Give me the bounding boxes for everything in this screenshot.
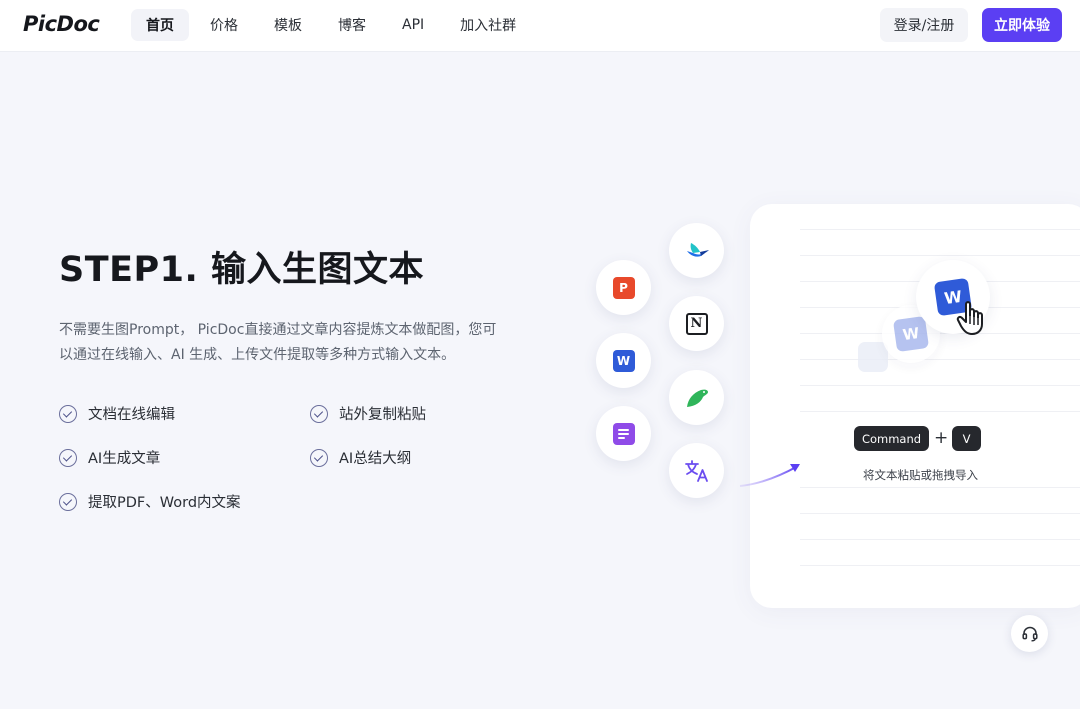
- panel-divider: [800, 255, 1080, 256]
- feature-label: AI生成文章: [88, 451, 161, 467]
- onenote-source-icon[interactable]: [596, 406, 651, 461]
- translate-icon: [684, 459, 708, 482]
- panel-divider: [800, 539, 1080, 540]
- notion-letter: N: [690, 316, 703, 331]
- nav-item-home[interactable]: 首页: [131, 9, 189, 41]
- notion-logo-icon: N: [685, 312, 708, 335]
- feishu-source-icon[interactable]: [669, 223, 724, 278]
- plus-sign: +: [934, 428, 949, 448]
- nav-item-pricing[interactable]: 价格: [195, 9, 253, 41]
- check-circle-icon: [59, 492, 77, 511]
- command-key: Command: [854, 426, 929, 451]
- hand-pointer-icon: [956, 301, 983, 335]
- feature-item: 站外复制粘贴: [310, 403, 426, 424]
- customer-support-button[interactable]: [1011, 615, 1048, 652]
- feishu-logo-icon: [686, 242, 709, 257]
- feature-item: AI总结大纲: [310, 447, 411, 468]
- step-title: STEP1. 输入生图文本: [59, 250, 424, 290]
- feature-label: 文档在线编辑: [88, 407, 175, 423]
- nav-item-blog[interactable]: 博客: [323, 9, 381, 41]
- try-now-button[interactable]: 立即体验: [982, 8, 1062, 42]
- word-source-icon[interactable]: W: [596, 333, 651, 388]
- panel-divider: [800, 513, 1080, 514]
- paste-preview-panel: [750, 204, 1080, 608]
- picdoc-logo[interactable]: PicDoc: [23, 12, 100, 36]
- feature-label: 站外复制粘贴: [339, 407, 426, 423]
- v-key: V: [952, 426, 981, 451]
- main-nav: 首页 价格 模板 博客 API 加入社群: [131, 9, 537, 41]
- yuque-source-icon[interactable]: [669, 370, 724, 425]
- paste-hint-text: 将文本粘贴或拖拽导入: [863, 468, 978, 482]
- check-circle-icon: [310, 404, 328, 423]
- word-letter: W: [892, 315, 930, 353]
- panel-divider: [800, 333, 1080, 334]
- document-lines-icon: [612, 422, 635, 445]
- step-description: 不需要生图Prompt， PicDoc直接通过文章内容提炼文本做配图，您可 以通…: [59, 318, 529, 368]
- panel-divider: [800, 487, 1080, 488]
- nav-item-templates[interactable]: 模板: [259, 9, 317, 41]
- powerpoint-letter: P: [612, 276, 635, 299]
- panel-divider: [800, 385, 1080, 386]
- powerpoint-source-icon[interactable]: P: [596, 260, 651, 315]
- feature-item: 提取PDF、Word内文案: [59, 491, 241, 512]
- nav-item-api[interactable]: API: [387, 9, 439, 41]
- word-letter: W: [612, 349, 635, 372]
- notion-source-icon[interactable]: N: [669, 296, 724, 351]
- panel-divider: [800, 411, 1080, 412]
- check-circle-icon: [59, 404, 77, 423]
- check-circle-icon: [59, 448, 77, 467]
- top-header: PicDoc 首页 价格 模板 博客 API 加入社群 登录/注册 立即体验: [0, 0, 1080, 52]
- bird-logo-icon: [686, 389, 708, 407]
- feature-item: 文档在线编辑: [59, 403, 175, 424]
- description-line: 以通过在线输入、AI 生成、上传文件提取等多种方式输入文本。: [59, 347, 456, 363]
- description-line: 不需要生图Prompt， PicDoc直接通过文章内容提炼文本做配图，您可: [59, 322, 497, 338]
- feature-label: 提取PDF、Word内文案: [88, 495, 241, 511]
- headset-icon: [1021, 626, 1038, 641]
- feature-label: AI总结大纲: [339, 451, 412, 467]
- panel-divider: [800, 565, 1080, 566]
- panel-divider: [800, 229, 1080, 230]
- login-register-button[interactable]: 登录/注册: [880, 8, 968, 42]
- word-doc-ghost-icon: [858, 342, 888, 372]
- nav-item-community[interactable]: 加入社群: [445, 9, 531, 41]
- arrow-icon: [739, 464, 800, 487]
- translate-source-icon[interactable]: [669, 443, 724, 498]
- panel-divider: [800, 359, 1080, 360]
- check-circle-icon: [310, 448, 328, 467]
- feature-item: AI生成文章: [59, 447, 160, 468]
